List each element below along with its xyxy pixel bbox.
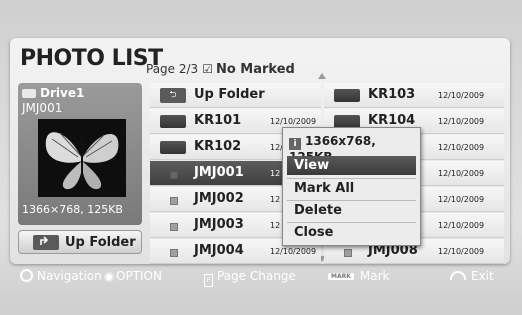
photo-icon <box>170 223 178 231</box>
page-number: Page 2/3 <box>146 62 199 76</box>
option-icon <box>106 274 112 280</box>
usb-drive-icon <box>22 89 36 98</box>
menu-item-mark-all[interactable]: Mark All <box>287 178 416 197</box>
option-label: OPTION <box>116 269 162 283</box>
up-folder-icon: ⮌ <box>160 88 186 103</box>
page-change-icon: P <box>204 274 213 287</box>
exit-label: Exit <box>471 269 494 283</box>
item-name: Up Folder <box>194 87 265 102</box>
page-change-hint[interactable]: P Page Change <box>204 269 296 287</box>
navigation-hint: Navigation <box>20 269 102 283</box>
preview-filename: JMJ001 <box>22 101 63 115</box>
item-date: 12 <box>270 221 281 230</box>
item-date: 12 <box>270 195 281 204</box>
item-date: 12 <box>270 169 281 178</box>
folder-icon <box>334 89 360 102</box>
up-folder-button-label: Up Folder <box>65 235 136 250</box>
option-popup-menu: i1366x768, 125KB View Mark All Delete Cl… <box>282 127 421 246</box>
page-title: PHOTO LIST <box>20 46 163 71</box>
item-name: JMJ003 <box>194 217 244 232</box>
list-item-up-folder[interactable]: ⮌ Up Folder <box>150 83 321 108</box>
item-name: JMJ002 <box>194 191 244 206</box>
exit-icon <box>450 271 466 280</box>
item-name: KR101 <box>194 113 242 128</box>
page-change-label: Page Change <box>217 269 296 283</box>
item-date: 12/10/2009 <box>438 91 485 100</box>
mark-hint[interactable]: MARK Mark <box>328 269 389 283</box>
menu-item-delete[interactable]: Delete <box>287 200 416 219</box>
photo-icon <box>170 171 178 179</box>
marked-status: No Marked <box>215 62 295 77</box>
info-icon: i <box>289 138 301 150</box>
folder-icon <box>160 115 186 128</box>
exit-hint[interactable]: Exit <box>450 269 494 283</box>
bottom-help-bar: Navigation OPTION P Page Change MARK Mark … <box>10 267 510 289</box>
item-date: 12/10/2009 <box>438 117 485 126</box>
item-date: 12/10/2009 <box>438 247 485 256</box>
up-folder-button[interactable]: Up Folder <box>18 230 142 254</box>
scroll-up-icon[interactable] <box>318 73 326 79</box>
drive-name: Drive1 <box>40 86 85 100</box>
folder-icon <box>160 141 186 154</box>
photo-icon <box>170 249 178 257</box>
butterfly-thumbnail <box>38 119 126 197</box>
photo-icon <box>170 197 178 205</box>
item-name: JMJ001 <box>194 165 244 180</box>
popup-file-info: i1366x768, 125KB <box>289 134 415 164</box>
item-name: KR102 <box>194 139 242 154</box>
menu-item-view[interactable]: View <box>287 156 416 175</box>
option-hint[interactable]: OPTION <box>100 269 162 283</box>
item-date: 12/10/2009 <box>270 117 317 126</box>
item-name: KR104 <box>368 113 416 128</box>
menu-item-close[interactable]: Close <box>287 222 416 241</box>
checkbox-icon: ☑ <box>202 62 213 76</box>
preview-resolution: 1366×768, 125KB <box>22 203 123 216</box>
navigation-icon <box>20 269 33 282</box>
navigation-label: Navigation <box>37 269 102 283</box>
item-name: JMJ004 <box>194 243 244 258</box>
photo-icon <box>344 249 352 257</box>
up-folder-icon <box>33 235 59 250</box>
item-date: 12/10/2009 <box>438 169 485 178</box>
item-date: 12/10/2009 <box>270 247 317 256</box>
item-date: 12/10/2009 <box>438 221 485 230</box>
mark-label: Mark <box>359 269 390 283</box>
item-date: 12/10/2009 <box>438 195 485 204</box>
mark-key-icon: MARK <box>328 273 354 280</box>
list-item-folder[interactable]: KR103 12/10/2009 <box>324 83 504 108</box>
item-date: 12/10/2009 <box>438 143 485 152</box>
item-name: KR103 <box>368 87 416 102</box>
page-indicator: Page 2/3 ☑ No Marked <box>146 62 295 77</box>
